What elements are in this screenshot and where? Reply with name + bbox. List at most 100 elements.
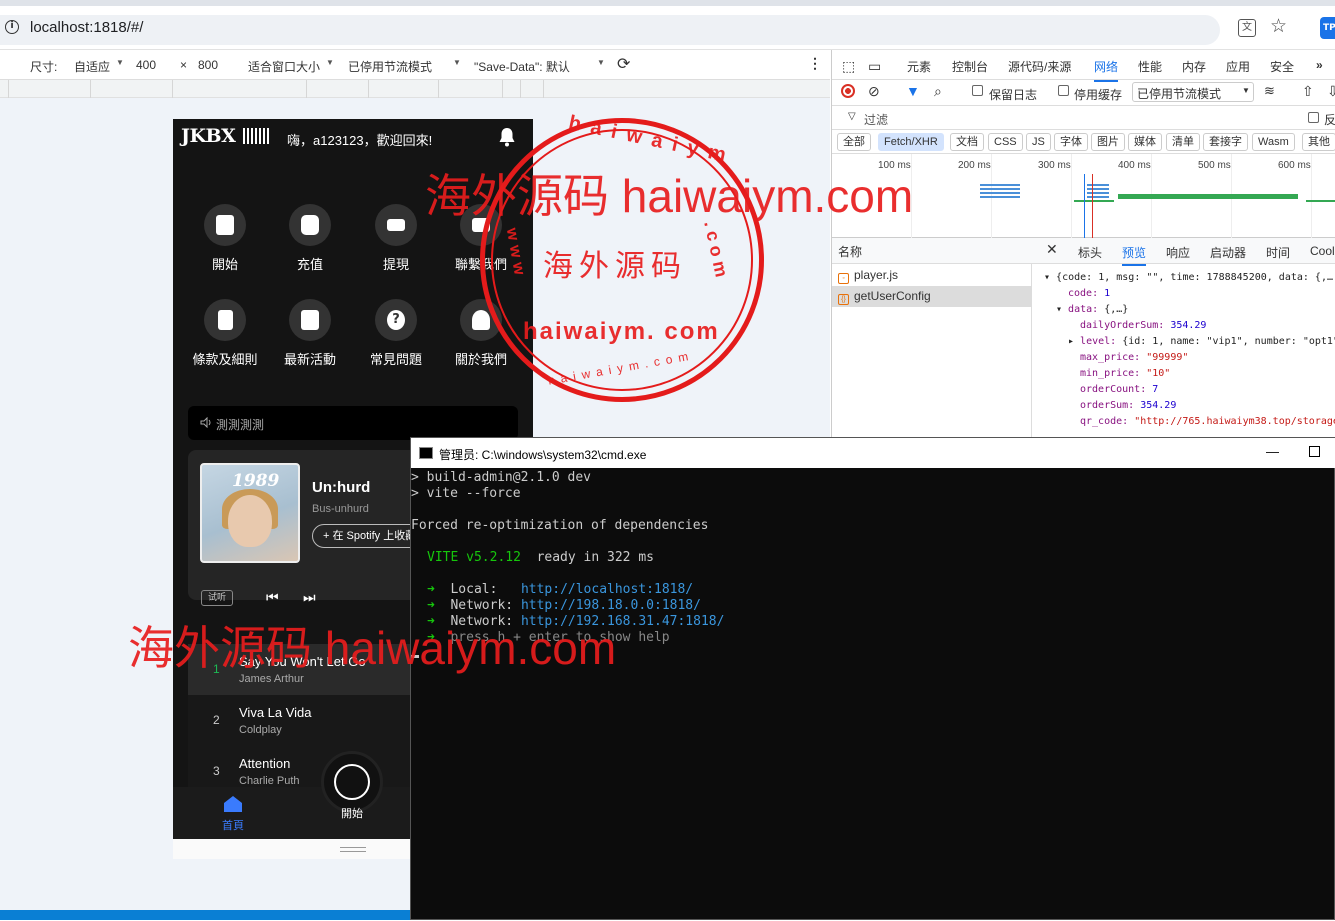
watermark-text-bottom: 海外源码 haiwaiym.com xyxy=(128,622,617,674)
wifi-settings-icon[interactable]: ≋ xyxy=(1264,83,1275,99)
tab-start[interactable]: 開始 xyxy=(341,805,363,821)
type-filter-bar: 全部 Fetch/XHR 文档 CSS JS 字体 图片 媒体 清单 套接字 W… xyxy=(832,130,1335,154)
download-icon[interactable]: ⇩ xyxy=(1327,83,1335,100)
timeline-bar-green xyxy=(1074,200,1114,202)
cmd-window[interactable]: 管理员: C:\windows\system32\cmd.exe — > bui… xyxy=(410,437,1335,920)
site-info-icon[interactable]: i xyxy=(5,20,19,34)
menu-events[interactable]: 最新活動 xyxy=(273,299,347,379)
menu-withdraw[interactable]: 提現 xyxy=(359,204,433,284)
filter-icon[interactable]: ▼ xyxy=(906,83,920,99)
tab-response[interactable]: 响应 xyxy=(1166,244,1190,261)
type-filter-js[interactable]: JS xyxy=(1026,133,1051,151)
tab-initiator[interactable]: 启动器 xyxy=(1210,244,1246,261)
tab-elements[interactable]: 元素 xyxy=(907,58,931,75)
tab-console[interactable]: 控制台 xyxy=(952,58,988,75)
json-line: min_price: "10" xyxy=(1080,368,1171,379)
device-mode-select[interactable]: 自适应 xyxy=(74,58,110,75)
menu-terms[interactable]: 條款及細則 xyxy=(188,299,262,379)
announcement-bar[interactable]: 測測測測 xyxy=(188,406,518,440)
type-filter-other[interactable]: 其他 xyxy=(1302,133,1335,151)
json-line[interactable]: ▸ level: {id: 1, name: "vip1", number: "… xyxy=(1068,336,1335,347)
tab-application[interactable]: 应用 xyxy=(1226,58,1250,75)
save-data-select[interactable]: "Save-Data": 默认 xyxy=(474,58,570,75)
translate-icon[interactable]: 文 xyxy=(1238,19,1256,37)
tab-timing[interactable]: 时间 xyxy=(1266,244,1290,261)
tab-preview[interactable]: 预览 xyxy=(1122,244,1147,266)
inspect-icon[interactable]: ⬚ xyxy=(842,58,855,75)
zoom-select[interactable]: 适合窗口大小 xyxy=(248,58,320,75)
menu-label: 充值 xyxy=(296,257,323,272)
url-text[interactable]: localhost:1818/#/ xyxy=(30,19,143,36)
tab-headers[interactable]: 标头 xyxy=(1078,244,1102,261)
close-icon[interactable]: ✕ xyxy=(1046,241,1058,258)
network-throttle-select[interactable]: 已停用节流模式 xyxy=(1132,82,1254,102)
type-filter-img[interactable]: 图片 xyxy=(1091,133,1125,151)
request-row[interactable]: ◦ player.js xyxy=(832,265,1032,286)
preview-button[interactable]: 试听 xyxy=(201,590,233,606)
clear-icon[interactable]: ⊘ xyxy=(868,83,880,100)
json-line[interactable]: ▾ data: {,…} xyxy=(1056,304,1128,315)
menu-label: 開始 xyxy=(211,257,238,272)
type-filter-wasm[interactable]: Wasm xyxy=(1252,133,1295,151)
preserve-log-checkbox[interactable] xyxy=(972,85,983,96)
viewport-width-input[interactable]: 400 xyxy=(136,58,156,72)
book-icon xyxy=(204,299,246,341)
type-filter-all[interactable]: 全部 xyxy=(837,133,871,151)
name-column-header[interactable]: 名称 xyxy=(832,238,1032,264)
invert-checkbox[interactable] xyxy=(1308,112,1319,123)
cmd-titlebar[interactable]: 管理员: C:\windows\system32\cmd.exe — xyxy=(411,438,1335,468)
times-label: × xyxy=(180,58,188,72)
track-artist: Coldplay xyxy=(239,724,282,736)
tab-cookies[interactable]: Cool xyxy=(1310,244,1335,258)
rotate-icon[interactable]: ⟳ xyxy=(617,54,630,74)
search-icon[interactable]: ⌕ xyxy=(934,83,942,100)
disable-cache-checkbox[interactable] xyxy=(1058,85,1069,96)
home-icon[interactable] xyxy=(223,795,243,813)
bookmark-star-icon[interactable]: ☆ xyxy=(1270,15,1287,37)
type-filter-css[interactable]: CSS xyxy=(988,133,1023,151)
minimize-icon[interactable]: — xyxy=(1266,444,1279,459)
next-track-icon[interactable]: ⏭ xyxy=(303,590,316,606)
menu-recharge[interactable]: 充值 xyxy=(273,204,347,284)
timeline-bars xyxy=(980,184,1020,198)
more-options-icon[interactable]: ⋮ xyxy=(808,55,822,72)
bell-icon[interactable] xyxy=(498,127,516,147)
tab-home[interactable]: 首頁 xyxy=(222,817,244,833)
type-filter-ws[interactable]: 套接字 xyxy=(1203,133,1248,151)
type-filter-fetch[interactable]: Fetch/XHR xyxy=(878,133,944,151)
throttle-select[interactable]: 已停用节流模式 xyxy=(348,58,432,75)
maximize-icon[interactable] xyxy=(1309,446,1320,457)
url-field[interactable] xyxy=(0,15,1220,45)
record-icon[interactable] xyxy=(841,84,855,98)
type-filter-media[interactable]: 媒体 xyxy=(1128,133,1162,151)
extension-icon[interactable]: TP xyxy=(1320,17,1335,39)
menu-label: 提現 xyxy=(382,257,409,272)
filter-input[interactable]: 过滤 xyxy=(864,111,888,128)
tab-security[interactable]: 安全 xyxy=(1270,58,1294,75)
menu-start[interactable]: 開始 xyxy=(188,204,262,284)
type-filter-doc[interactable]: 文档 xyxy=(950,133,984,151)
tab-memory[interactable]: 内存 xyxy=(1182,58,1206,75)
speaker-icon xyxy=(200,417,211,428)
tab-network[interactable]: 网络 xyxy=(1094,58,1119,82)
viewport-height-input[interactable]: 800 xyxy=(198,58,218,72)
viewport-resize-area xyxy=(173,839,410,859)
type-filter-font[interactable]: 字体 xyxy=(1054,133,1088,151)
tab-sources[interactable]: 源代码/来源 xyxy=(1008,58,1071,75)
caret-down-icon: ▼ xyxy=(597,58,605,67)
request-row[interactable]: {} getUserConfig xyxy=(832,286,1032,307)
menu-faq[interactable]: ? 常見問題 xyxy=(359,299,433,379)
device-toggle-icon[interactable]: ▭ xyxy=(868,58,881,75)
type-filter-manifest[interactable]: 清单 xyxy=(1166,133,1200,151)
spotify-save-button[interactable]: + 在 Spotify 上收藏 xyxy=(312,524,422,548)
json-line: dailyOrderSum: 354.29 xyxy=(1080,320,1207,331)
cmd-line: ➜ Local: http://localhost:1818/ xyxy=(427,582,694,597)
json-root[interactable]: ▾ {code: 1, msg: "", time: 1788845200, d… xyxy=(1044,272,1333,283)
resize-handle[interactable] xyxy=(340,847,366,852)
more-tabs-icon[interactable]: » xyxy=(1316,58,1323,72)
funnel-icon: ▽ xyxy=(848,111,856,122)
upload-icon[interactable]: ⇧ xyxy=(1302,83,1314,100)
start-fab-button[interactable] xyxy=(321,751,383,813)
tab-performance[interactable]: 性能 xyxy=(1138,58,1162,75)
previous-track-icon[interactable]: ⏮ xyxy=(266,590,279,606)
